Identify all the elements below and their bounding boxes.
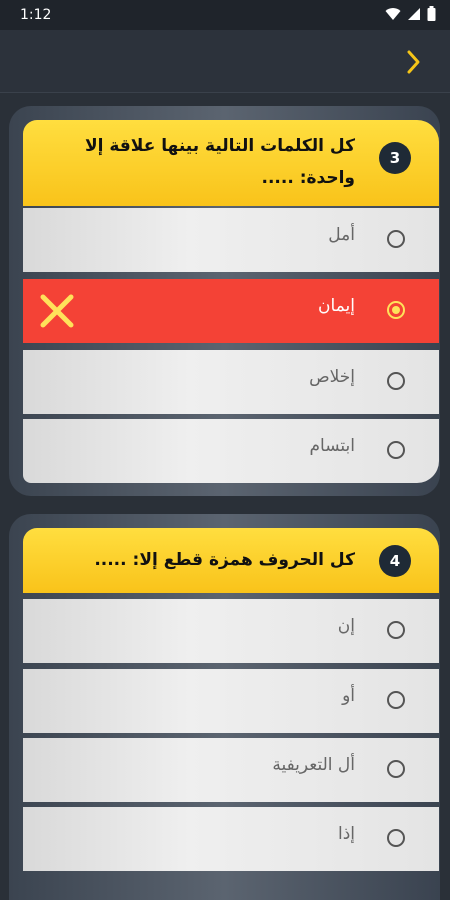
question-number-badge: 3 (379, 142, 411, 174)
answer-option[interactable]: أو (23, 669, 439, 733)
chevron-right-icon (407, 50, 420, 74)
answer-label: أو (342, 686, 355, 706)
radio-button-icon[interactable] (387, 441, 405, 459)
question-text: كل الحروف همزة قطع إلا: ..... (94, 550, 355, 570)
radio-button-icon[interactable] (387, 760, 405, 778)
question-text: كل الكلمات التالية بينها علاقة إلا واحدة… (84, 136, 355, 188)
app-bar (0, 30, 450, 93)
question-number-badge: 4 (379, 545, 411, 577)
answer-label: إذا (337, 824, 355, 844)
status-bar: 1:12 (0, 0, 450, 30)
signal-icon (408, 7, 420, 20)
answer-label: أمل (328, 225, 355, 245)
answer-label: أل التعريفية (272, 755, 355, 775)
radio-button-icon[interactable] (387, 230, 405, 248)
answer-label: ابتسام (309, 436, 355, 456)
wrong-x-icon (40, 294, 74, 328)
answer-option[interactable]: إخلاص (23, 350, 439, 414)
answer-option[interactable]: أمل (23, 208, 439, 272)
radio-button-icon[interactable] (387, 621, 405, 639)
question-header: 3 كل الكلمات التالية بينها علاقة إلا واح… (23, 120, 439, 206)
answer-option[interactable]: أل التعريفية (23, 738, 439, 802)
status-time: 1:12 (20, 7, 52, 23)
answer-option[interactable]: إذا (23, 807, 439, 871)
answer-label: إن (337, 616, 355, 636)
radio-button-icon[interactable] (387, 691, 405, 709)
radio-button-icon[interactable] (387, 372, 405, 390)
status-icons (385, 6, 436, 21)
question-header: 4 كل الحروف همزة قطع إلا: ..... (23, 528, 439, 593)
wifi-icon (385, 7, 401, 20)
radio-button-icon[interactable] (387, 829, 405, 847)
question-card: 3 كل الكلمات التالية بينها علاقة إلا واح… (9, 106, 440, 496)
answer-option[interactable]: إن (23, 599, 439, 663)
radio-selected-icon[interactable] (387, 301, 405, 319)
answer-option[interactable]: ابتسام (23, 419, 439, 483)
back-button[interactable] (402, 48, 426, 76)
battery-icon (427, 6, 436, 21)
answer-option-wrong[interactable]: إيمان (23, 279, 439, 343)
answer-label: إيمان (318, 296, 355, 316)
question-card: 4 كل الحروف همزة قطع إلا: ..... إن أو أل… (9, 514, 440, 900)
answer-label: إخلاص (309, 367, 355, 387)
